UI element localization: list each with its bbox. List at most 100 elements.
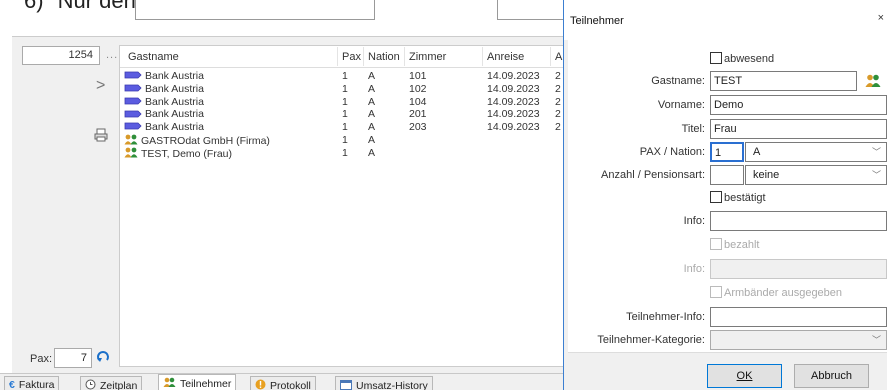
cell-gastname: Bank Austria — [124, 70, 204, 82]
gastname-text: Bank Austria — [145, 82, 204, 95]
cell-nation: A — [368, 70, 376, 82]
reservation-number-field[interactable]: 1254 — [22, 46, 100, 65]
abwesend-checkbox[interactable]: abwesend — [710, 52, 774, 65]
printer-icon[interactable] — [94, 128, 108, 142]
column-header-gastname[interactable]: Gastname — [124, 51, 179, 63]
refresh-icon[interactable] — [96, 350, 110, 364]
column-header-zimmer[interactable]: Zimmer — [403, 47, 446, 66]
tab-protokoll[interactable]: Protokoll — [250, 376, 316, 390]
reservation-lookup-button[interactable]: ... — [106, 49, 118, 61]
checkbox-box[interactable] — [710, 191, 722, 203]
pension-value: keine — [753, 169, 780, 181]
titel-field[interactable]: Frau — [710, 119, 887, 139]
column-header-nation[interactable]: Nation — [363, 47, 400, 66]
kategorie-combobox[interactable]: ﹀ — [710, 330, 887, 350]
kategorie-label: Teilnehmer-Kategorie: — [597, 334, 705, 346]
participant-list[interactable]: Gastname Pax Nation Zimmer Anreise A Ban… — [119, 45, 564, 367]
tab-umsatz-history[interactable]: Umsatz-History — [335, 376, 433, 390]
cell-pax: 1 — [342, 108, 348, 121]
top-field-2[interactable] — [497, 0, 567, 20]
chevron-down-icon[interactable]: ﹀ — [872, 168, 881, 181]
table-row[interactable]: TEST, Demo (Frau) 1 A — [120, 147, 564, 160]
cell-a: 2 — [555, 82, 561, 95]
teilnehmer-dialog: Teilnehmer × abwesend Gastname: TEST Vor… — [563, 0, 887, 390]
table-row[interactable]: GASTROdat GmbH (Firma) 1 A — [120, 134, 564, 147]
close-icon[interactable]: × — [878, 12, 884, 24]
tab-teilnehmer[interactable]: Teilnehmer — [158, 374, 237, 390]
ok-button[interactable]: OK — [707, 364, 782, 388]
cell-zimmer: 102 — [409, 82, 427, 95]
cell-anreise: 14.09.2023 — [487, 82, 540, 95]
info-field[interactable] — [710, 211, 887, 231]
info2-field — [710, 259, 887, 279]
reservation-panel: 1254 ... > Gastname Pax Nation Zimmer An… — [0, 36, 564, 390]
cell-gastname: Bank Austria — [124, 121, 204, 133]
ok-label: OK — [736, 370, 753, 382]
tab-faktura-label: Faktura — [18, 379, 55, 390]
nation-value: A — [753, 146, 761, 158]
column-header-anreise[interactable]: Anreise — [481, 47, 524, 66]
tab-zeitplan[interactable]: Zeitplan — [80, 376, 143, 390]
teilnehmer-info-label: Teilnehmer-Info: — [626, 311, 705, 323]
cell-nation: A — [368, 108, 376, 121]
top-field-1[interactable] — [135, 0, 375, 20]
bestaetigt-checkbox[interactable]: bestätigt — [710, 191, 766, 204]
gastname-text: Bank Austria — [145, 108, 204, 121]
table-row[interactable]: Bank Austria 1 A 201 14.09.2023 2 — [120, 108, 564, 121]
people-picker-icon[interactable] — [865, 74, 881, 88]
gastname-text: Bank Austria — [145, 70, 204, 82]
table-row[interactable]: Bank Austria 1 A 101 14.09.2023 2 — [120, 70, 564, 83]
gastname-text: Bank Austria — [145, 95, 204, 108]
tab-faktura[interactable]: € Faktura — [4, 376, 60, 390]
pax-field[interactable]: 1 — [710, 142, 744, 162]
cell-a: 2 — [555, 108, 561, 121]
abbruch-label: Abbruch — [811, 370, 852, 382]
abwesend-label: abwesend — [724, 53, 775, 65]
pension-combobox[interactable]: keine ﹀ — [745, 165, 887, 185]
chevron-down-icon[interactable]: ﹀ — [872, 145, 881, 158]
cell-nation: A — [368, 95, 376, 108]
titel-label: Titel: — [681, 123, 705, 135]
chevron-down-icon[interactable]: ﹀ — [872, 333, 881, 346]
info2-label: Info: — [683, 263, 705, 275]
cell-pax: 1 — [342, 121, 348, 134]
cell-a: 2 — [555, 95, 561, 108]
tag-icon — [124, 121, 142, 133]
column-header-a[interactable]: A — [549, 47, 562, 66]
checkbox-box[interactable] — [710, 52, 722, 64]
cell-gastname: Bank Austria — [124, 96, 204, 108]
table-row[interactable]: Bank Austria 1 A 203 14.09.2023 2 — [120, 121, 564, 134]
gastname-text: GASTROdat GmbH (Firma) — [141, 134, 270, 147]
alert-icon — [255, 379, 266, 390]
teilnehmer-info-field[interactable] — [710, 307, 887, 327]
tag-icon — [124, 70, 142, 82]
chevron-right-icon[interactable]: > — [96, 77, 105, 95]
checkbox-box — [710, 238, 722, 250]
bezahlt-checkbox: bezahlt — [710, 238, 759, 251]
list-header: Gastname Pax Nation Zimmer Anreise A — [120, 46, 564, 68]
cell-gastname: Bank Austria — [124, 108, 204, 120]
heading-number: 6) — [24, 0, 44, 13]
cell-a: 2 — [555, 70, 561, 82]
cell-zimmer: 101 — [409, 70, 427, 82]
people-icon — [163, 377, 176, 390]
vorname-field[interactable]: Demo — [710, 95, 887, 115]
abbruch-button[interactable]: Abbruch — [794, 364, 869, 388]
left-toolbar: 1254 ... > — [12, 37, 118, 377]
table-row[interactable]: Bank Austria 1 A 104 14.09.2023 2 — [120, 96, 564, 109]
cell-pax: 1 — [342, 82, 348, 95]
column-header-pax[interactable]: Pax — [337, 47, 361, 66]
pension-count-field[interactable] — [710, 165, 744, 185]
cell-nation: A — [368, 82, 376, 95]
info-label: Info: — [683, 215, 705, 227]
bezahlt-label: bezahlt — [724, 239, 760, 251]
table-row[interactable]: Bank Austria 1 A 102 14.09.2023 2 — [120, 83, 564, 96]
tab-umsatz-history-label: Umsatz-History — [356, 379, 428, 390]
armbaender-label: Armbänder ausgegeben — [724, 287, 843, 299]
cell-nation: A — [368, 133, 376, 146]
list-body: Bank Austria 1 A 101 14.09.2023 2 Bank Austria… — [120, 68, 564, 160]
nation-combobox[interactable]: A ﹀ — [745, 142, 887, 162]
gastname-text: TEST, Demo (Frau) — [141, 147, 233, 160]
gastname-field[interactable]: TEST — [710, 71, 857, 91]
gastname-label: Gastname: — [651, 75, 705, 87]
